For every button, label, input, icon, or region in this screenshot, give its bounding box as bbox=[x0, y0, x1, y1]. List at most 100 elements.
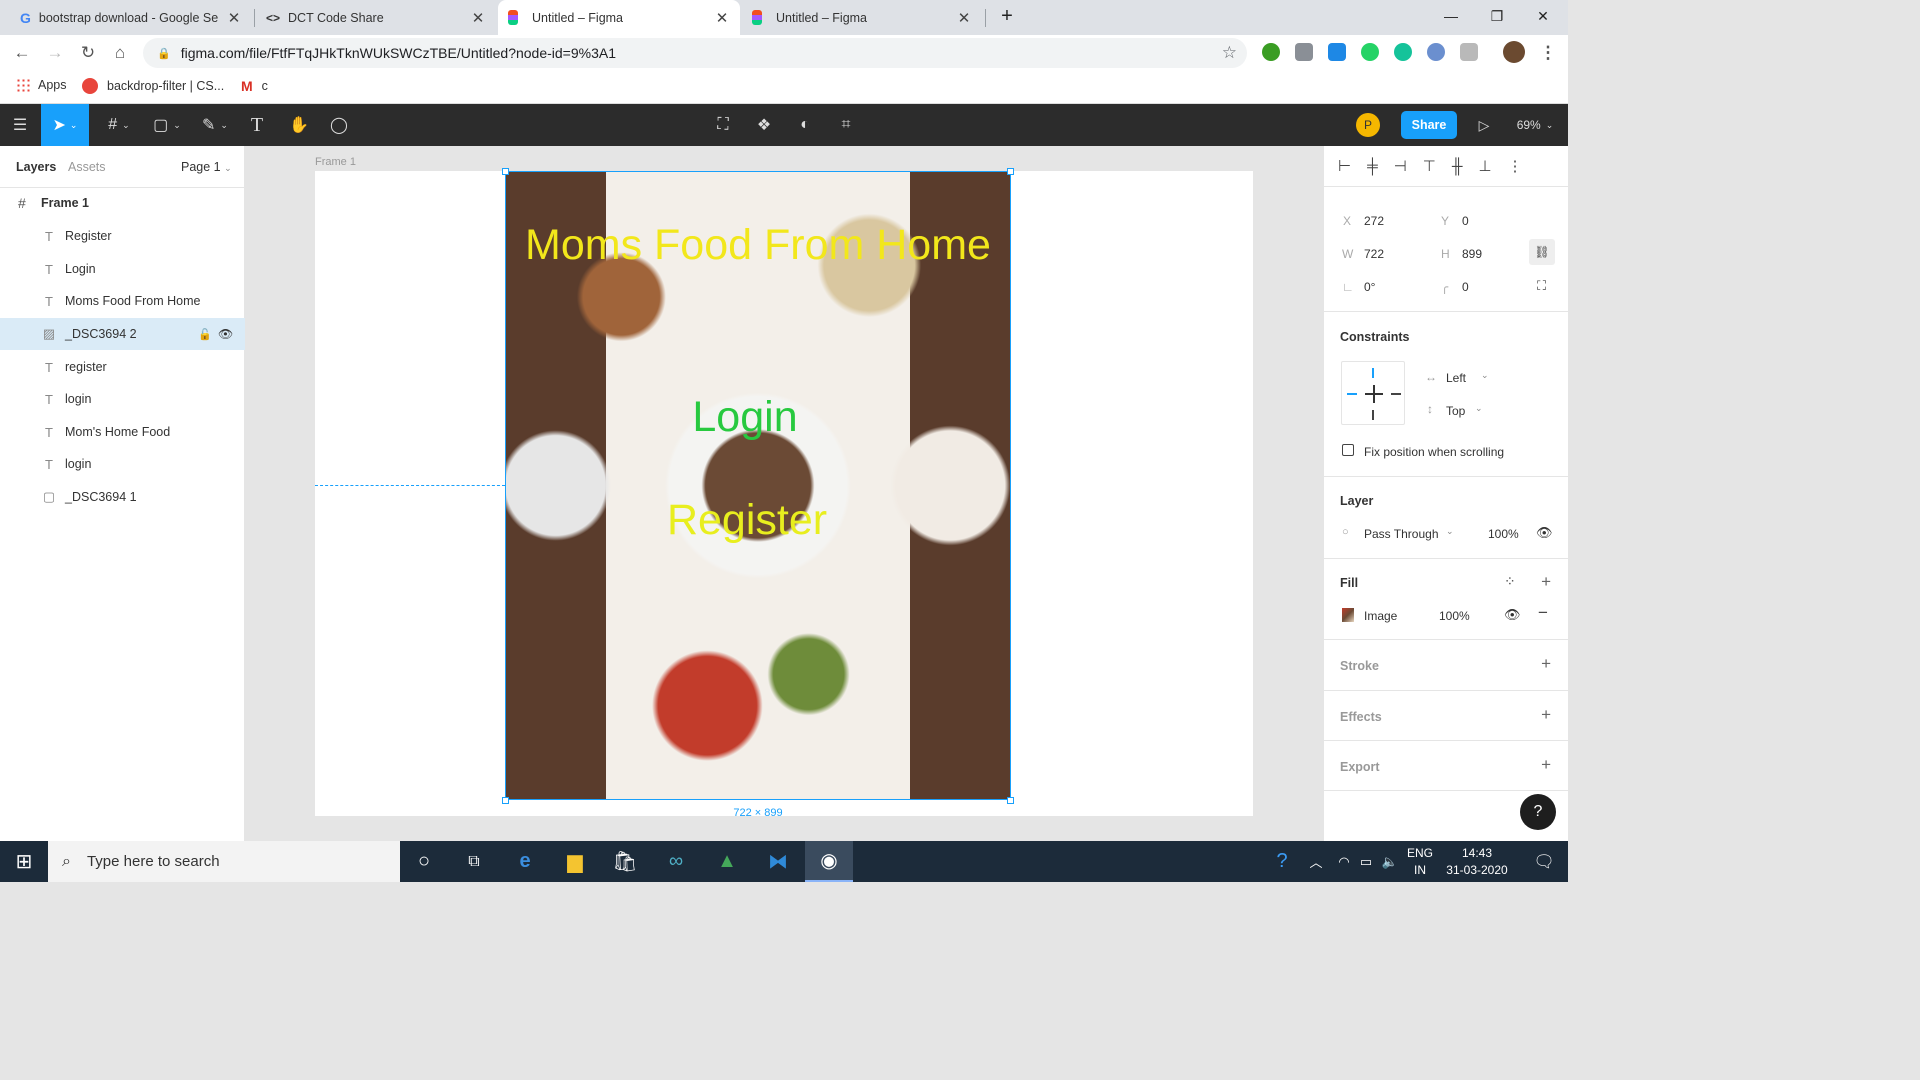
add-fill-icon[interactable]: + bbox=[1541, 572, 1551, 592]
vscode-icon[interactable]: ⧓ bbox=[754, 841, 802, 882]
independent-corners-icon[interactable]: ⛶ bbox=[1537, 278, 1546, 294]
store-icon[interactable]: 🛍 bbox=[601, 841, 649, 882]
resize-handle[interactable] bbox=[502, 797, 509, 804]
resize-handle[interactable] bbox=[1007, 168, 1014, 175]
notifications-icon[interactable]: 🗨 bbox=[1520, 841, 1568, 882]
eye-icon[interactable]: 👁 bbox=[1536, 525, 1553, 541]
layer-item-selected[interactable]: ▨ _DSC3694 2 🔓 👁 bbox=[0, 318, 245, 350]
edge-icon[interactable]: e bbox=[501, 841, 549, 882]
frame-label[interactable]: Frame 1 bbox=[315, 156, 356, 168]
layer-frame[interactable]: # Frame 1 bbox=[0, 187, 245, 219]
tab-figma-active[interactable]: Untitled – Figma ✕ bbox=[498, 0, 740, 35]
radius-input[interactable]: 0 bbox=[1462, 280, 1469, 294]
close-icon[interactable]: ✕ bbox=[714, 9, 730, 27]
bookmark-backdrop-filter[interactable]: backdrop-filter | CS... bbox=[82, 78, 224, 94]
extension-icon[interactable] bbox=[1460, 43, 1478, 61]
file-explorer-icon[interactable]: ▆ bbox=[551, 841, 599, 882]
windows-start-icon[interactable]: ⊞ bbox=[0, 841, 48, 882]
blend-mode-dropdown[interactable]: Pass Through bbox=[1364, 527, 1439, 541]
app-icon[interactable]: ▲ bbox=[703, 841, 751, 882]
layer-item[interactable]: ▢ _DSC3694 1 bbox=[0, 481, 245, 513]
y-input[interactable]: 0 bbox=[1462, 214, 1469, 228]
reload-button[interactable]: ↻ bbox=[75, 40, 101, 66]
text-tool[interactable]: T bbox=[240, 104, 274, 146]
tab-dct-code-share[interactable]: <> DCT Code Share ✕ bbox=[256, 0, 496, 35]
close-icon[interactable]: ✕ bbox=[226, 9, 242, 27]
url-field[interactable]: 🔒 figma.com/file/FtfFTqJHkTknWUkSWCzTBE/… bbox=[143, 38, 1247, 68]
rotation-input[interactable]: 0° bbox=[1364, 280, 1375, 294]
constraint-widget[interactable] bbox=[1341, 361, 1405, 425]
add-export-icon[interactable]: + bbox=[1541, 755, 1551, 775]
extension-icon[interactable] bbox=[1295, 43, 1313, 61]
star-icon[interactable]: ☆ bbox=[1222, 43, 1237, 63]
styles-icon[interactable]: ⁘ bbox=[1504, 573, 1516, 590]
grammarly-icon[interactable] bbox=[1394, 43, 1412, 61]
bookmark-gmail[interactable]: M c bbox=[241, 78, 268, 94]
layer-item[interactable]: T Mom's Home Food bbox=[0, 416, 245, 448]
design-canvas[interactable]: Frame 1 Moms Food From Home Login Regist… bbox=[245, 146, 1323, 841]
resize-handle[interactable] bbox=[1007, 797, 1014, 804]
food-photo-image[interactable]: Moms Food From Home Login Register bbox=[505, 171, 1011, 800]
home-button[interactable]: ⌂ bbox=[107, 40, 133, 66]
help-tray-icon[interactable]: ? bbox=[1262, 841, 1302, 882]
image-fill-swatch[interactable] bbox=[1342, 608, 1354, 622]
layer-item[interactable]: Tlogin bbox=[0, 383, 245, 415]
present-icon[interactable]: ▷ bbox=[1470, 104, 1498, 146]
clock[interactable]: 14:43 31-03-2020 bbox=[1440, 845, 1514, 879]
extension-icon[interactable] bbox=[1262, 43, 1280, 61]
close-icon[interactable]: ✕ bbox=[470, 9, 486, 27]
layer-item[interactable]: Tlogin bbox=[0, 448, 245, 480]
layer-item[interactable]: T Login bbox=[0, 253, 245, 285]
maximize-button[interactable]: ❐ bbox=[1474, 0, 1520, 32]
menu-icon[interactable]: ⋮ bbox=[1535, 40, 1561, 66]
add-effect-icon[interactable]: + bbox=[1541, 705, 1551, 725]
user-avatar[interactable]: P bbox=[1356, 104, 1380, 146]
share-button[interactable]: Share bbox=[1401, 111, 1457, 139]
fix-scroll-checkbox[interactable] bbox=[1342, 444, 1354, 456]
layer-opacity-input[interactable]: 100% bbox=[1488, 527, 1519, 541]
horizontal-constraint-dropdown[interactable]: Left bbox=[1446, 371, 1466, 385]
tray-chevron-icon[interactable]: ︿ bbox=[1302, 841, 1330, 882]
mask-icon[interactable]: ◐ bbox=[788, 104, 822, 146]
vertical-constraint-dropdown[interactable]: Top bbox=[1446, 404, 1465, 418]
forward-button[interactable]: → bbox=[42, 40, 68, 66]
profile-avatar[interactable] bbox=[1503, 41, 1525, 63]
extension-icon[interactable] bbox=[1328, 43, 1346, 61]
eye-icon[interactable]: 👁 bbox=[1504, 607, 1521, 623]
tab-figma[interactable]: Untitled – Figma ✕ bbox=[742, 0, 982, 35]
cortana-icon[interactable]: ○ bbox=[400, 841, 448, 882]
new-tab-button[interactable]: + bbox=[990, 0, 1024, 32]
language-indicator[interactable]: ENG IN bbox=[1406, 845, 1434, 879]
register-text[interactable]: Register bbox=[505, 496, 989, 545]
title-text[interactable]: Moms Food From Home bbox=[505, 221, 1011, 270]
frame-tool[interactable]: # ⌄ bbox=[96, 104, 142, 146]
eye-icon[interactable]: 👁 bbox=[218, 327, 233, 341]
tab-assets[interactable]: Assets bbox=[68, 160, 106, 174]
page-selector[interactable]: Page 1 ⌄ bbox=[181, 160, 232, 174]
hand-tool[interactable]: ✋ bbox=[282, 104, 316, 146]
width-input[interactable]: 722 bbox=[1364, 247, 1384, 261]
tab-layers[interactable]: Layers bbox=[16, 160, 56, 174]
minimize-button[interactable]: — bbox=[1428, 0, 1474, 32]
task-view-icon[interactable]: ⧉ bbox=[450, 841, 498, 882]
bookmark-apps[interactable]: Apps bbox=[16, 78, 67, 92]
taskbar-search[interactable]: ⌕ Type here to search bbox=[48, 841, 400, 882]
pen-tool[interactable]: ✎ ⌄ bbox=[192, 104, 238, 146]
component-icon[interactable]: ❖ bbox=[747, 104, 781, 146]
layer-item[interactable]: T Register bbox=[0, 220, 245, 252]
volume-icon[interactable]: 🔈 bbox=[1378, 841, 1402, 882]
main-menu-icon[interactable]: ☰ bbox=[0, 104, 40, 146]
fill-type[interactable]: Image bbox=[1364, 609, 1397, 623]
help-button[interactable]: ? bbox=[1520, 794, 1556, 830]
comment-tool[interactable]: ◯ bbox=[322, 104, 356, 146]
tab-google-search[interactable]: G bootstrap download - Google Se ✕ bbox=[10, 0, 252, 35]
crop-icon[interactable]: ⌗ bbox=[829, 104, 863, 146]
edit-object-icon[interactable]: ⛶ bbox=[706, 104, 740, 146]
extension-icon[interactable] bbox=[1427, 43, 1445, 61]
chrome-icon[interactable]: ◉ bbox=[805, 841, 853, 882]
layer-item[interactable]: Tregister bbox=[0, 351, 245, 383]
unlock-icon[interactable]: 🔓 bbox=[198, 328, 212, 341]
constrain-proportions-icon[interactable]: ⛓ bbox=[1529, 239, 1555, 265]
login-text[interactable]: Login bbox=[505, 393, 985, 442]
remove-fill-icon[interactable]: − bbox=[1538, 603, 1548, 623]
